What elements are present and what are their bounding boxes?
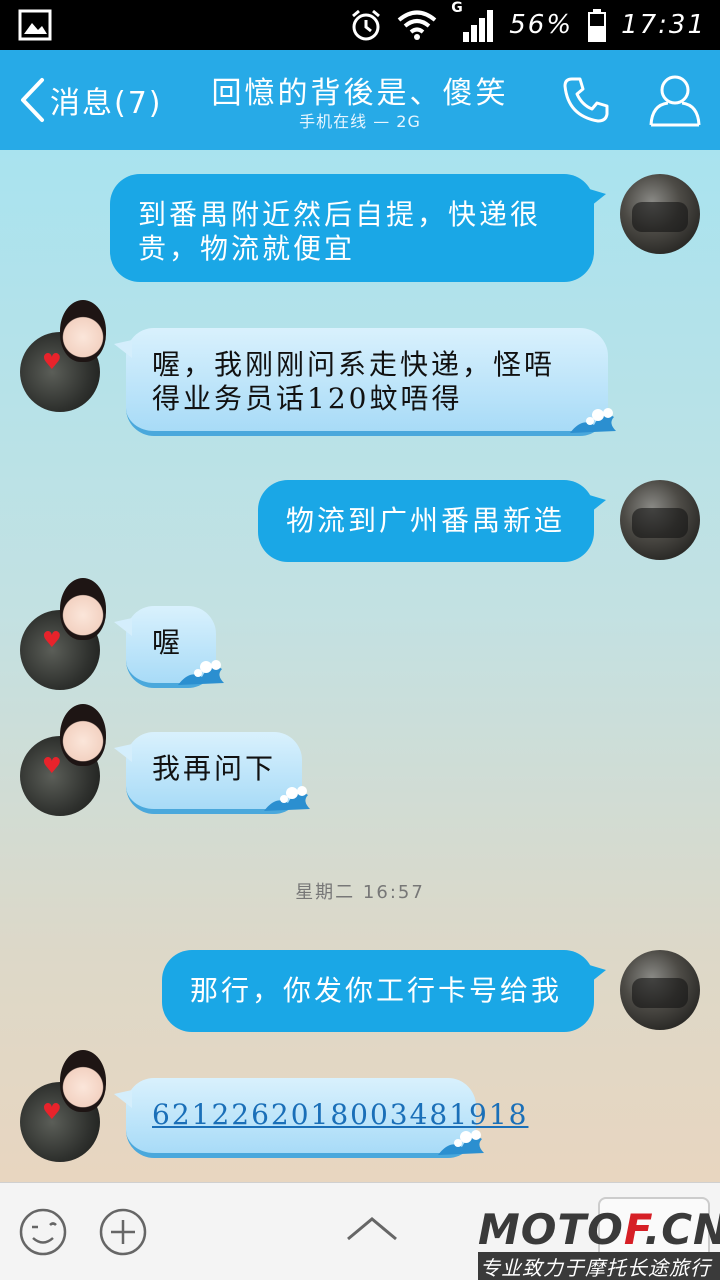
message-bubble-incoming[interactable]: 喔，我刚刚问系走快递，怪唔 得业务员话120蚊唔得	[114, 328, 616, 436]
message-text: 贵，物流就便宜	[138, 232, 356, 265]
my-avatar[interactable]	[620, 174, 700, 254]
chevron-up-icon[interactable]	[344, 1213, 400, 1243]
chat-header: 消息(7) 回憶的背後是、傻笑 手机在线 — 2G	[0, 50, 720, 150]
date-separator: 星期二 16:57	[295, 882, 425, 903]
message-bubble-outgoing[interactable]: 到番禺附近然后自提，快递很 贵，物流就便宜	[110, 174, 606, 282]
message-text: 喔，我刚刚问系走快递，怪唔	[152, 348, 556, 381]
wave-decoration-icon	[438, 1130, 484, 1155]
watermark-brand: MOTO	[478, 1205, 624, 1254]
battery-percent: 56%	[509, 10, 574, 40]
battery-icon	[588, 9, 607, 42]
back-button[interactable]: 消息(7)	[18, 74, 163, 126]
watermark-brand-accent: F	[623, 1205, 645, 1254]
clock: 17:31	[621, 10, 706, 40]
contact-avatar[interactable]: ♥	[20, 1050, 106, 1162]
phone-icon[interactable]	[560, 74, 612, 126]
chevron-left-icon	[21, 78, 44, 122]
card-number-link[interactable]: 6212262018003481918	[152, 1098, 526, 1132]
status-bar: G 56% 17:31	[0, 0, 720, 50]
wave-decoration-icon	[178, 660, 224, 685]
message-text: 得业务员话120蚊唔得	[152, 382, 463, 415]
emoji-icon[interactable]	[18, 1207, 68, 1257]
plus-icon[interactable]	[98, 1207, 148, 1257]
watermark-domain: .CN	[644, 1205, 720, 1254]
watermark-tagline: 专业致力于摩托长途旅行	[478, 1252, 720, 1280]
contact-avatar[interactable]: ♥	[20, 578, 106, 690]
message-bubble-outgoing[interactable]: 那行，你发你工行卡号给我	[162, 950, 606, 1032]
back-label: 消息(7)	[50, 86, 163, 121]
my-avatar[interactable]	[620, 950, 700, 1030]
message-text: 物流到广州番禺新造	[286, 504, 566, 537]
signal-icon: G	[451, 0, 495, 42]
contact-avatar[interactable]: ♥	[20, 704, 106, 816]
contact-avatar[interactable]: ♥	[20, 300, 106, 412]
message-bubble-incoming[interactable]: 我再问下	[114, 732, 310, 814]
online-status: 手机在线 — 2G	[299, 112, 421, 131]
message-text: 那行，你发你工行卡号给我	[190, 974, 563, 1007]
my-avatar[interactable]	[620, 480, 700, 560]
brand-watermark: MOTOF.CN 专业致力于摩托长途旅行	[478, 1208, 720, 1280]
wave-decoration-icon	[264, 786, 310, 811]
contact-name[interactable]: 回憶的背後是、傻笑	[180, 68, 540, 112]
message-bubble-incoming[interactable]: 6212262018003481918	[114, 1078, 526, 1158]
contact-profile-icon[interactable]	[648, 72, 702, 128]
wifi-icon	[397, 10, 437, 40]
message-text: 到番禺附近然后自提，快递很	[138, 198, 542, 231]
message-text: 我再问下	[152, 752, 277, 785]
wave-decoration-icon	[570, 408, 616, 433]
message-bubble-incoming[interactable]: 喔	[114, 606, 224, 688]
message-bubble-outgoing[interactable]: 物流到广州番禺新造	[258, 480, 606, 562]
message-list[interactable]: 到番禺附近然后自提，快递很 贵，物流就便宜 ♥ 喔，我刚刚问系走快递，怪唔 得业…	[0, 150, 720, 1182]
alarm-icon	[352, 9, 381, 41]
image-icon	[18, 9, 52, 41]
